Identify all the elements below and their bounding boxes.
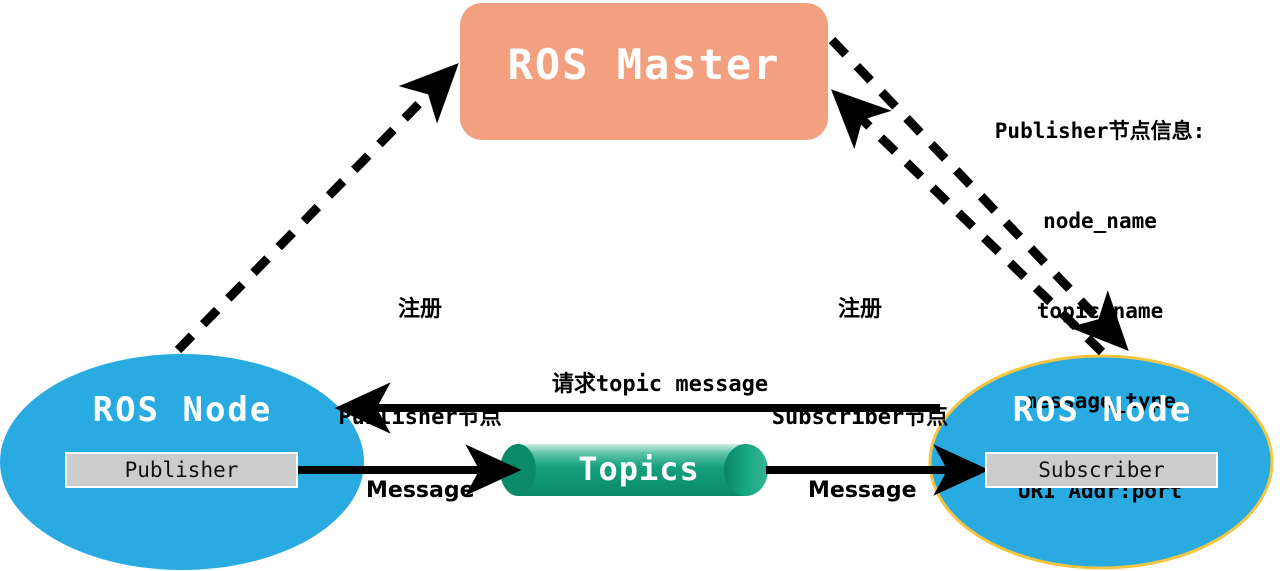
register-subscriber-label: 注册 Subscriber节点 xyxy=(735,220,985,508)
publisher-info-item-node-name: node_name xyxy=(1043,209,1157,233)
register-publisher-label: 注册 Publisher节点 xyxy=(295,220,545,508)
publisher-info-item-topic-name: topic_name xyxy=(1036,299,1164,323)
request-topic-message-label: 请求topic message xyxy=(551,372,769,397)
message-label-right: Message xyxy=(808,478,917,503)
publisher-node-title: ROS Node xyxy=(92,390,273,430)
ros-master-label: ROS Master xyxy=(507,40,781,89)
topics-label: Topics xyxy=(578,450,700,488)
message-label-left: Message xyxy=(366,478,475,503)
publisher-role-box: Publisher xyxy=(65,452,298,488)
register-subscriber-line1: 注册 xyxy=(837,297,882,322)
subscriber-node-title: ROS Node xyxy=(1012,390,1193,430)
publisher-info-block: Publisher节点信息: node_name topic_name mess… xyxy=(955,56,1245,566)
register-publisher-line1: 注册 xyxy=(397,297,442,322)
diagram-canvas: ROS Master Publisher节点信息: node_name topi… xyxy=(0,0,1280,571)
publisher-info-heading: Publisher节点信息: xyxy=(994,119,1206,143)
subscriber-role-box: Subscriber xyxy=(985,452,1218,488)
